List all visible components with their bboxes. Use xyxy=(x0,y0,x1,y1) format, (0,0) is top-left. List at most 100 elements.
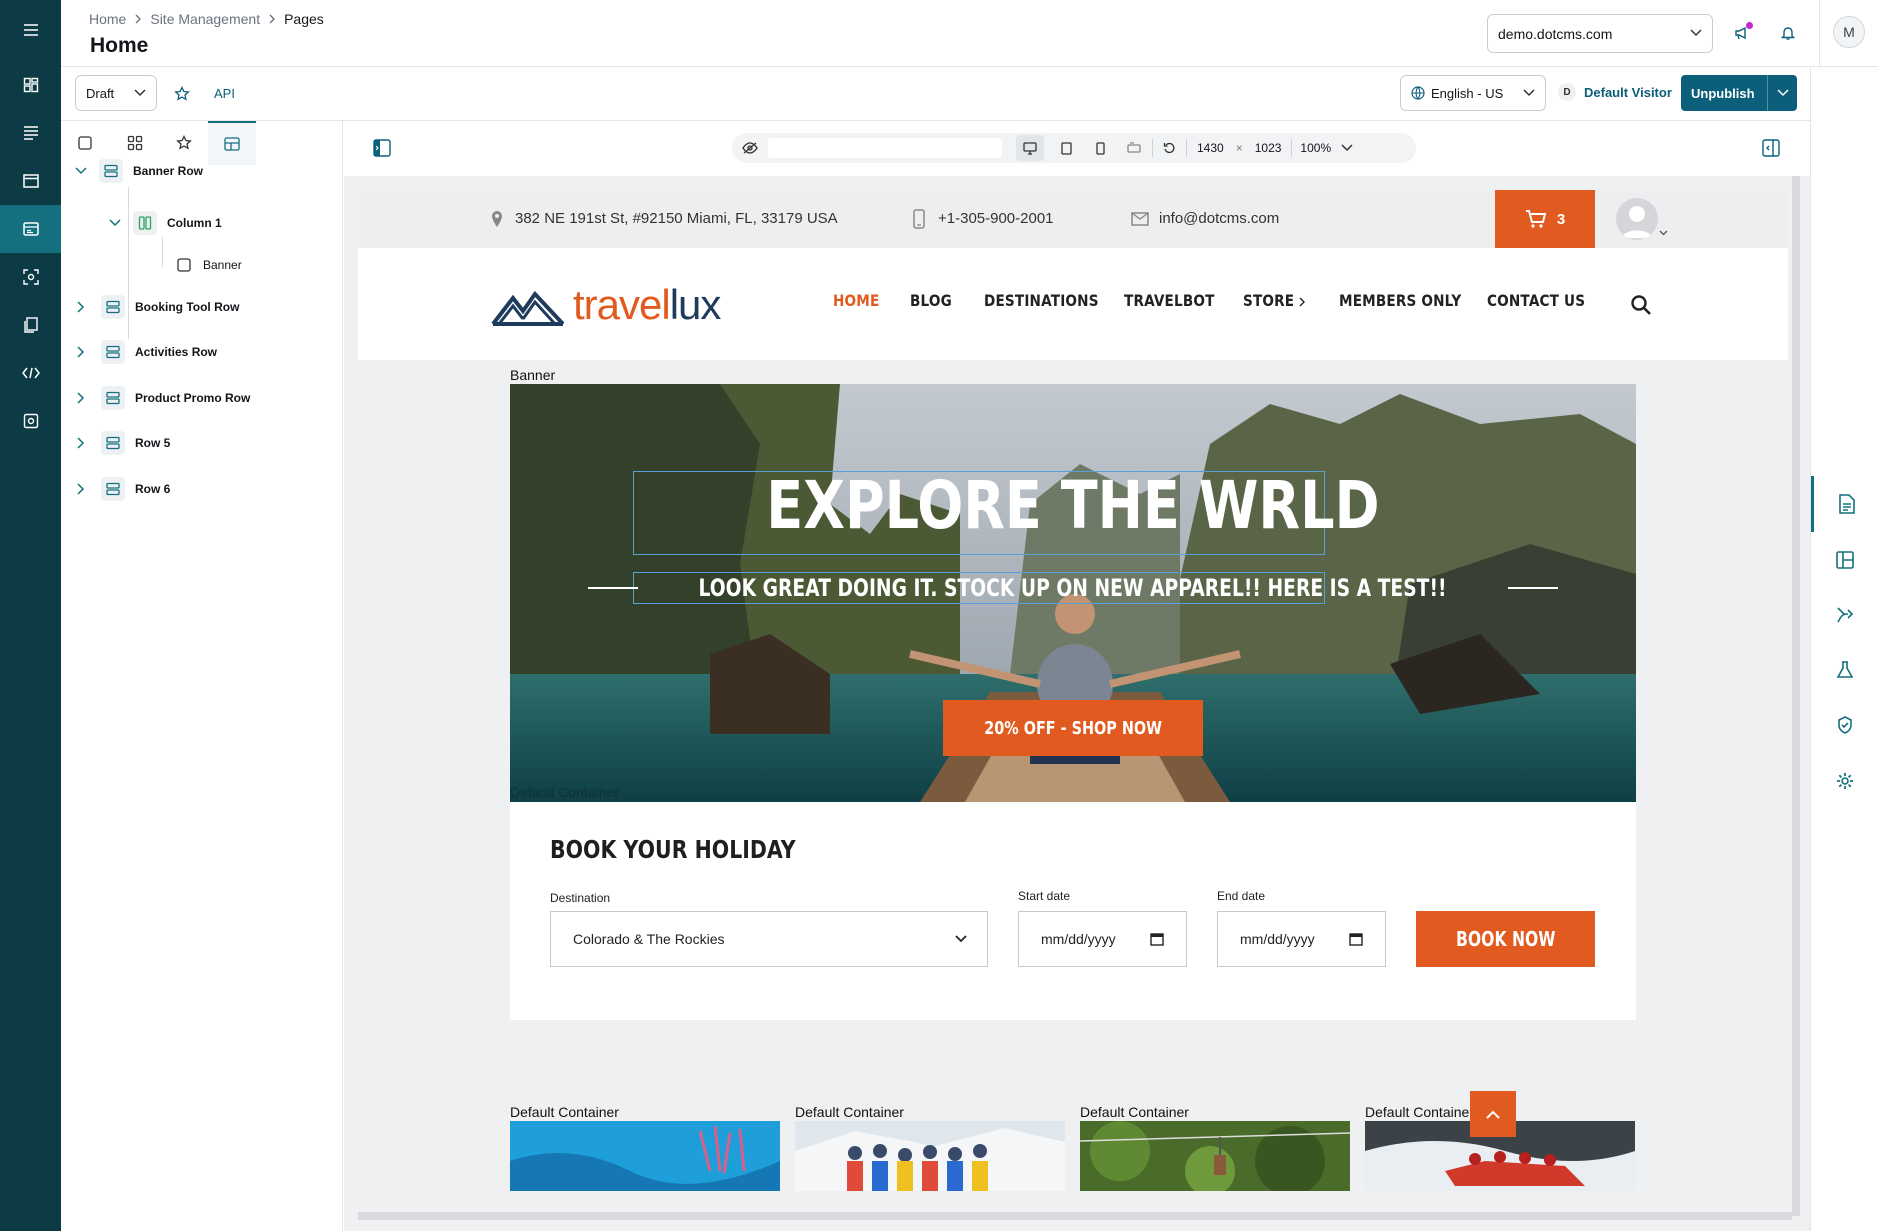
site-logo[interactable]: travel lux xyxy=(491,282,721,326)
chevron-down-icon[interactable] xyxy=(75,167,87,175)
language-select[interactable]: English - US xyxy=(1400,75,1546,111)
horizontal-scrollbar[interactable] xyxy=(358,1212,1792,1220)
settings-box-icon[interactable] xyxy=(0,397,61,445)
breadcrumb-pages[interactable]: Pages xyxy=(284,11,324,27)
chevron-down-icon xyxy=(134,89,146,97)
tree-row-booking-tool-row[interactable]: Booking Tool Row xyxy=(75,291,239,323)
rules-icon[interactable] xyxy=(1811,587,1878,643)
nav-blog[interactable]: BLOG xyxy=(910,291,952,310)
scroll-to-top-button[interactable] xyxy=(1470,1091,1516,1137)
menu-icon[interactable] xyxy=(0,6,61,54)
activity-image-diving[interactable] xyxy=(510,1121,780,1191)
nav-contact-us[interactable]: CONTACT US xyxy=(1487,291,1585,310)
site-email[interactable]: info@dotcms.com xyxy=(1159,210,1279,227)
user-avatar[interactable]: M xyxy=(1833,16,1865,48)
chevron-down-icon xyxy=(1690,29,1702,37)
tree-row-banner-row[interactable]: Banner Row xyxy=(75,155,203,187)
destination-select[interactable]: Colorado & The Rockies xyxy=(550,911,988,967)
vertical-scrollbar[interactable] xyxy=(1792,176,1800,1216)
calendar-icon[interactable] xyxy=(1150,932,1164,946)
tab-layout-tree[interactable] xyxy=(208,121,256,165)
destination-label: Destination xyxy=(550,891,611,905)
chevron-right-icon[interactable] xyxy=(77,437,85,449)
reload-icon[interactable] xyxy=(1163,142,1176,155)
chevron-right-icon[interactable] xyxy=(77,346,85,358)
persona-selector[interactable]: D Default Visitor xyxy=(1558,83,1672,101)
toggle-left-panel-icon[interactable] xyxy=(366,132,398,164)
activity-image-zipline[interactable] xyxy=(1080,1121,1350,1191)
editor-toolbar: Draft API English - US D Default Visitor… xyxy=(61,67,1810,121)
desktop-icon[interactable] xyxy=(1016,135,1044,161)
tree-row-product-promo-row[interactable]: Product Promo Row xyxy=(75,382,250,414)
status-select[interactable]: Draft xyxy=(75,75,157,111)
chevron-down-icon[interactable] xyxy=(1341,144,1353,152)
viewport-height[interactable]: 1023 xyxy=(1255,141,1282,155)
zoom-value[interactable]: 100% xyxy=(1300,141,1331,155)
toggle-right-panel-icon[interactable] xyxy=(1755,132,1787,164)
tree-row-banner[interactable]: Banner xyxy=(177,249,242,281)
content-icon[interactable] xyxy=(0,109,61,157)
start-date-input[interactable]: mm/dd/yyyy xyxy=(1018,911,1187,967)
scan-icon[interactable] xyxy=(0,253,61,301)
row-icon xyxy=(101,477,125,501)
nav-travelbot[interactable]: TRAVELBOT xyxy=(1124,291,1215,310)
tree-row-column-1[interactable]: Column 1 xyxy=(109,207,222,239)
cart-button[interactable]: 3 xyxy=(1495,190,1595,248)
dashboard-icon[interactable] xyxy=(0,61,61,109)
site-phone[interactable]: +1-305-900-2001 xyxy=(938,210,1054,227)
breadcrumb-site-management[interactable]: Site Management xyxy=(150,11,260,27)
favorite-star-icon[interactable] xyxy=(166,78,198,110)
unpublish-menu-toggle[interactable] xyxy=(1767,75,1797,111)
star-icon xyxy=(176,135,192,150)
end-date-input[interactable]: mm/dd/yyyy xyxy=(1217,911,1386,967)
files-icon[interactable] xyxy=(0,301,61,349)
announcements-icon[interactable] xyxy=(1726,17,1758,49)
book-now-button[interactable]: BOOK NOW xyxy=(1416,911,1595,967)
unpublish-button[interactable]: Unpublish xyxy=(1681,75,1797,111)
tree-row-activities-row[interactable]: Activities Row xyxy=(75,336,217,368)
bell-icon[interactable] xyxy=(1772,17,1804,49)
chevron-down-icon[interactable] xyxy=(109,219,121,227)
site-manager-icon[interactable] xyxy=(0,205,61,253)
chevron-right-icon[interactable] xyxy=(77,301,85,313)
nav-home[interactable]: HOME xyxy=(833,291,879,310)
browser-icon[interactable] xyxy=(0,157,61,205)
layout-icon xyxy=(224,137,240,151)
code-icon[interactable] xyxy=(0,349,61,397)
nav-members-only[interactable]: MEMBERS ONLY xyxy=(1339,291,1461,310)
search-icon[interactable] xyxy=(1630,294,1652,316)
tree-row-row-6[interactable]: Row 6 xyxy=(75,473,170,505)
divider xyxy=(1186,139,1187,157)
layout-icon[interactable] xyxy=(1811,532,1878,588)
activity-image-snow[interactable] xyxy=(795,1121,1065,1191)
permissions-shield-icon[interactable] xyxy=(1811,697,1878,753)
viewport-width[interactable]: 1430 xyxy=(1197,141,1224,155)
site-selector[interactable]: demo.dotcms.com xyxy=(1487,14,1713,53)
user-avatar-placeholder[interactable] xyxy=(1616,198,1658,240)
mountains-logo-icon xyxy=(491,290,565,326)
chevron-right-icon xyxy=(1299,297,1305,307)
chevron-right-icon[interactable] xyxy=(77,392,85,404)
rotate-device-icon[interactable] xyxy=(1120,141,1148,155)
hero-cta-label: 20% OFF - SHOP NOW xyxy=(984,717,1162,739)
url-input[interactable] xyxy=(768,138,1002,158)
chevron-right-icon[interactable] xyxy=(77,483,85,495)
calendar-icon[interactable] xyxy=(1349,932,1363,946)
api-link[interactable]: API xyxy=(214,86,235,101)
page-properties-icon[interactable] xyxy=(1811,476,1878,532)
preview-eye-icon[interactable] xyxy=(742,142,758,154)
nav-destinations[interactable]: DESTINATIONS xyxy=(984,291,1099,310)
tree-row-label: Activities Row xyxy=(135,345,218,359)
hero-banner[interactable]: EXPLORE THE WRLD LOOK GREAT DOING IT. ST… xyxy=(510,384,1636,802)
settings-gear-icon[interactable] xyxy=(1811,753,1878,809)
tablet-icon[interactable] xyxy=(1052,141,1080,155)
experiments-flask-icon[interactable] xyxy=(1811,642,1878,698)
breadcrumb-home[interactable]: Home xyxy=(89,11,126,27)
chevron-down-icon[interactable] xyxy=(1659,230,1668,236)
booking-title: BOOK YOUR HOLIDAY xyxy=(550,835,796,864)
nav-store[interactable]: STORE xyxy=(1243,291,1294,310)
mobile-icon[interactable] xyxy=(1086,141,1114,155)
tree-row-row-5[interactable]: Row 5 xyxy=(75,427,170,459)
hero-cta-button[interactable]: 20% OFF - SHOP NOW xyxy=(943,700,1203,756)
container-overlay-label: Default Container xyxy=(510,784,619,800)
